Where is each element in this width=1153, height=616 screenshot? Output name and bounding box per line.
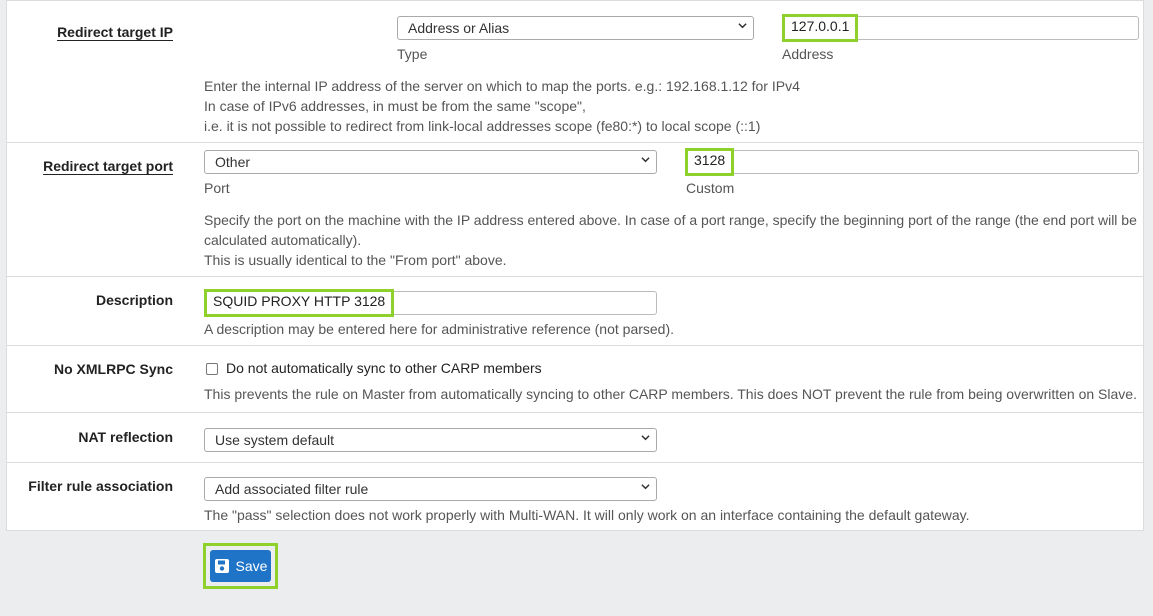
filter-rule-row: Filter rule association Add associated f… (7, 463, 1143, 531)
save-button[interactable]: Save (210, 550, 271, 582)
chevron-down-icon (641, 157, 650, 163)
redirect-ip-address-value: 127.0.0.1 (782, 14, 859, 42)
help-line: In case of IPv6 addresses, in must be fr… (204, 98, 586, 114)
xmlrpc-sync-checkbox-label[interactable]: Do not automatically sync to other CARP … (226, 360, 542, 376)
help-line: calculated automatically). (204, 232, 362, 248)
xmlrpc-sync-checkbox[interactable] (206, 363, 218, 375)
redirect-port-caption: Port (204, 180, 230, 196)
description-row: Description SQUID PROXY HTTP 3128 A desc… (7, 277, 1143, 346)
redirect-port-select[interactable]: Other (204, 150, 657, 174)
floppy-disk-icon (214, 559, 229, 573)
description-help: A description may be entered here for ad… (204, 321, 675, 337)
filter-rule-value: Add associated filter rule (215, 481, 369, 497)
redirect-ip-type-caption: Type (397, 46, 428, 62)
description-value: SQUID PROXY HTTP 3128 (204, 289, 395, 317)
filter-rule-select[interactable]: Add associated filter rule (204, 477, 657, 501)
xmlrpc-sync-row: No XMLRPC Sync Do not automatically sync… (7, 346, 1143, 413)
help-line: Specify the port on the machine with the… (204, 212, 1137, 228)
redirect-ip-address-field[interactable]: 127.0.0.1 (782, 14, 1139, 42)
help-line: Enter the internal IP address of the ser… (204, 78, 800, 94)
redirect-target-ip-label: Redirect target IP (57, 24, 173, 40)
redirect-port-custom-caption: Custom (686, 180, 735, 196)
xmlrpc-sync-help: This prevents the rule on Master from au… (204, 386, 1137, 402)
redirect-port-help: Specify the port on the machine with the… (204, 210, 1139, 270)
redirect-ip-type-select[interactable]: Address or Alias (397, 16, 754, 40)
save-button-label: Save (235, 558, 268, 574)
description-label: Description (95, 292, 173, 308)
nat-reflection-value: Use system default (215, 432, 335, 448)
xmlrpc-sync-label: No XMLRPC Sync (53, 361, 173, 377)
save-button-highlight: Save (203, 543, 278, 589)
description-field[interactable]: SQUID PROXY HTTP 3128 (204, 289, 657, 317)
port-forward-form-panel: Redirect target IP Address or Alias Type… (6, 0, 1144, 531)
redirect-port-custom-value: 3128 (685, 148, 735, 176)
nat-reflection-row: NAT reflection Use system default (7, 413, 1143, 463)
redirect-ip-help: Enter the internal IP address of the ser… (204, 76, 800, 136)
redirect-port-value: Other (215, 154, 251, 170)
chevron-down-icon (641, 435, 650, 441)
redirect-target-port-label: Redirect target port (43, 158, 173, 174)
redirect-port-custom-field[interactable]: 3128 (685, 148, 1139, 176)
chevron-down-icon (738, 23, 747, 29)
nat-reflection-select[interactable]: Use system default (204, 428, 657, 452)
filter-rule-label: Filter rule association (28, 478, 173, 494)
redirect-target-port-row: Redirect target port Other Port 3128 Cus… (7, 143, 1143, 277)
help-line: i.e. it is not possible to redirect from… (204, 118, 761, 134)
redirect-target-ip-row: Redirect target IP Address or Alias Type… (7, 0, 1143, 143)
help-line: This is usually identical to the "From p… (204, 252, 507, 268)
redirect-ip-type-value: Address or Alias (408, 20, 510, 36)
chevron-down-icon (641, 484, 650, 490)
redirect-ip-address-caption: Address (782, 46, 834, 62)
filter-rule-help: The "pass" selection does not work prope… (204, 507, 970, 523)
nat-reflection-label: NAT reflection (78, 429, 173, 445)
